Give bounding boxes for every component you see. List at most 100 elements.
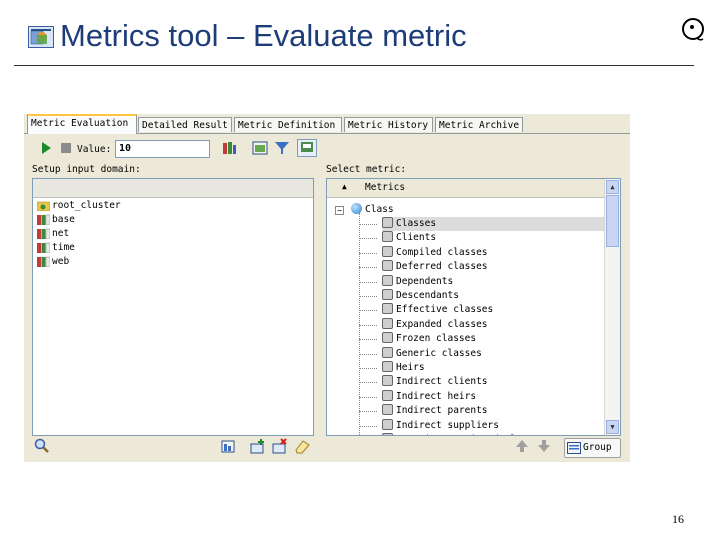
- tab-metric-definition[interactable]: Metric Definition: [234, 117, 342, 132]
- tree-connector: [359, 267, 377, 268]
- tree-connector: [359, 397, 377, 398]
- tree-connector: [359, 354, 377, 355]
- domain-item-label: time: [52, 242, 75, 253]
- value-label: Value:: [77, 144, 112, 155]
- domain-item-root-cluster[interactable]: root_cluster: [37, 199, 121, 213]
- title-divider: [14, 65, 694, 66]
- tab-metric-history[interactable]: Metric History: [344, 117, 433, 132]
- move-down-icon[interactable]: [536, 438, 552, 454]
- remove-item-icon[interactable]: [272, 438, 288, 454]
- metric-item-label: Dependents: [396, 276, 454, 287]
- input-domain-header: [33, 179, 313, 198]
- domain-icon[interactable]: [221, 140, 237, 156]
- new-domain-icon[interactable]: [220, 438, 236, 454]
- page-number: 16: [672, 512, 684, 526]
- tree-connector: [359, 411, 377, 412]
- metric-item[interactable]: Indirect clients: [382, 375, 488, 389]
- tree-connector: [359, 310, 377, 311]
- sort-up-icon: ▲: [342, 182, 347, 191]
- input-domain-panel: root_cluster base net time web: [32, 178, 314, 436]
- metric-item[interactable]: Generic classes: [382, 347, 482, 361]
- scroll-down-icon[interactable]: ▼: [606, 420, 619, 434]
- metric-icon: [382, 231, 393, 242]
- metric-item-label: Classes: [396, 218, 437, 229]
- scroll-up-icon[interactable]: ▲: [606, 180, 619, 194]
- tree-connector: [359, 382, 377, 383]
- metrics-tool-window: Metric Evaluation Detailed Result Metric…: [24, 114, 630, 462]
- domain-item-label: root_cluster: [52, 200, 121, 211]
- tab-metric-archive[interactable]: Metric Archive: [435, 117, 523, 132]
- metric-item-label: Indirect heirs: [396, 391, 477, 402]
- view-result-icon[interactable]: [252, 140, 268, 156]
- domain-item-net[interactable]: net: [37, 227, 69, 241]
- metric-item-label: Generic classes: [396, 348, 482, 359]
- domain-item-web[interactable]: web: [37, 255, 69, 269]
- filter-icon[interactable]: [274, 140, 290, 156]
- metric-icon: [382, 217, 393, 228]
- metric-item[interactable]: Indirect heirs: [382, 390, 476, 404]
- metric-tree-panel: ▲ Metrics − Class Classes Clients Compiled…: [326, 178, 621, 436]
- tree-connector: [359, 253, 377, 254]
- domain-item-label: web: [52, 256, 70, 267]
- tab-metric-evaluation[interactable]: Metric Evaluation: [27, 114, 137, 134]
- scroll-thumb[interactable]: [606, 195, 619, 247]
- metric-item[interactable]: Dependents: [382, 275, 453, 289]
- group-button-label: Group: [583, 442, 612, 453]
- stop-icon[interactable]: [58, 140, 74, 156]
- collapse-toggle-icon[interactable]: −: [335, 206, 344, 215]
- input-domain-label: Setup input domain:: [32, 164, 141, 175]
- metric-icon: [382, 361, 393, 372]
- tree-connector: [359, 224, 377, 225]
- run-icon[interactable]: [38, 140, 54, 156]
- metric-item[interactable]: Descendants: [382, 289, 459, 303]
- class-node-label: Class: [365, 204, 394, 215]
- metric-icon: [382, 375, 393, 386]
- metric-icon: [382, 347, 393, 358]
- metric-item[interactable]: Deferred classes: [382, 260, 488, 274]
- metric-item[interactable]: Expanded classes: [382, 318, 488, 332]
- metric-item[interactable]: Indirect parents: [382, 404, 488, 418]
- domain-item-label: base: [52, 214, 75, 225]
- metric-item[interactable]: Effective classes: [382, 303, 493, 317]
- toolbar: Value: 10: [24, 136, 630, 162]
- metric-icon: [382, 246, 393, 257]
- tree-node-class[interactable]: Class: [351, 203, 394, 217]
- tree-connector: [359, 368, 377, 369]
- metric-item[interactable]: Indirect suppliers: [382, 419, 499, 433]
- metric-item[interactable]: Classes: [382, 217, 606, 231]
- domain-item-time[interactable]: time: [37, 241, 75, 255]
- metric-item[interactable]: Compiled classes: [382, 246, 488, 260]
- metric-icon: [382, 275, 393, 286]
- move-up-icon[interactable]: [514, 438, 530, 454]
- metric-item[interactable]: Heirs: [382, 361, 425, 375]
- metric-item-label: Indirect clients: [396, 376, 488, 387]
- tab-detailed-result[interactable]: Detailed Result: [138, 117, 232, 132]
- metric-item-label: Frozen classes: [396, 333, 477, 344]
- metric-icon: [382, 303, 393, 314]
- metric-icon: [382, 318, 393, 329]
- metric-item[interactable]: Frozen classes: [382, 332, 476, 346]
- tree-connector: [359, 282, 377, 283]
- group-button[interactable]: Group: [564, 438, 621, 458]
- tab-bar: Metric Evaluation Detailed Result Metric…: [24, 114, 630, 134]
- metric-scrollbar[interactable]: ▲ ▼: [604, 179, 620, 435]
- metric-item-label: Deferred classes: [396, 261, 488, 272]
- select-metric-label: Select metric:: [326, 164, 407, 175]
- archive-icon[interactable]: [297, 139, 317, 157]
- tree-connector: [359, 238, 377, 239]
- metric-item-label: Clients: [396, 232, 437, 243]
- search-icon[interactable]: [34, 438, 50, 454]
- value-field[interactable]: 10: [115, 140, 210, 158]
- metric-icon: [382, 260, 393, 271]
- metric-icon: [382, 419, 393, 430]
- metric-item-label: Indirect suppliers: [396, 420, 499, 431]
- metric-item[interactable]: Clients: [382, 231, 436, 245]
- cluster-icon: [37, 256, 50, 267]
- eraser-icon[interactable]: [294, 438, 310, 454]
- metrics-column-header[interactable]: ▲ Metrics: [327, 179, 606, 198]
- slide-title: Metrics tool – Evaluate metric: [60, 18, 467, 53]
- logo-icon: [682, 18, 704, 41]
- add-item-icon[interactable]: [250, 438, 266, 454]
- cluster-icon: [37, 242, 50, 253]
- domain-item-base[interactable]: base: [37, 213, 75, 227]
